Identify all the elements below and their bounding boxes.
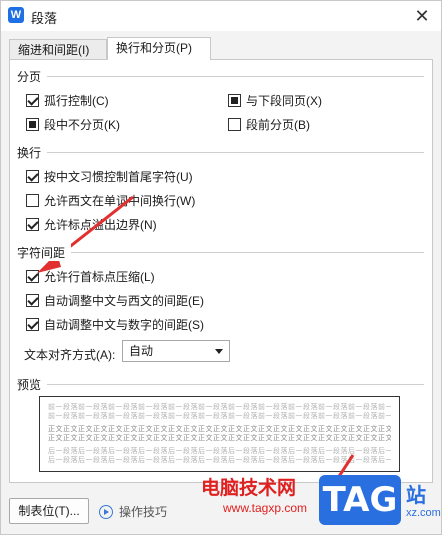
- chinese-punctuation-control-checkbox[interactable]: 按中文习惯控制首尾字符(U): [26, 168, 193, 184]
- checkbox-mark: [26, 117, 39, 131]
- preview-current-paragraph: 正文正文正文正文正文正文正文正文正文正文正文正文正文正文正文正文正文正文正文正文…: [48, 426, 391, 433]
- checkbox-mark: [228, 117, 241, 131]
- preview-next-paragraph: 后一段落后一段落后一段落后一段落后一段落后一段落后一段落后一段落后一段落后一段落…: [48, 448, 391, 455]
- checkbox-label: 段中不分页(K): [44, 117, 120, 132]
- keep-lines-together-checkbox[interactable]: 段中不分页(K): [26, 116, 120, 132]
- checkbox-label: 自动调整中文与数字的间距(S): [44, 317, 204, 332]
- tab-line-page-breaks[interactable]: 换行和分页(P): [107, 37, 211, 60]
- checkbox-mark: [26, 293, 39, 307]
- auto-space-cjk-digits-checkbox[interactable]: 自动调整中文与数字的间距(S): [26, 316, 204, 332]
- compress-leading-punctuation-checkbox[interactable]: 允许行首标点压缩(L): [26, 268, 155, 284]
- checkbox-label: 按中文习惯控制首尾字符(U): [44, 169, 193, 184]
- close-button[interactable]: ✕: [409, 3, 435, 29]
- text-alignment-select[interactable]: 自动: [122, 340, 230, 362]
- select-value: 自动: [129, 344, 154, 358]
- tab-stops-button[interactable]: 制表位(T)...: [9, 498, 89, 524]
- widow-control-checkbox[interactable]: 孤行控制(C): [26, 92, 109, 108]
- pagination-divider: [17, 76, 424, 77]
- char-spacing-section-title: 字符间距: [17, 244, 72, 261]
- checkbox-mark: [26, 193, 39, 207]
- watermark-suffix: 站: [406, 485, 426, 507]
- checkbox-mark: [26, 169, 39, 183]
- page-break-before-checkbox[interactable]: 段前分页(B): [228, 116, 310, 132]
- preview-prev-paragraph: 前一段落前一段落前一段落前一段落前一段落前一段落前一段落前一段落前一段落前一段落…: [48, 404, 391, 411]
- preview-divider: [17, 384, 424, 385]
- allow-hanging-punctuation-checkbox[interactable]: 允许标点溢出边界(N): [26, 216, 157, 232]
- checkbox-label: 允许标点溢出边界(N): [44, 217, 157, 232]
- checkbox-mark: [26, 93, 39, 107]
- keep-with-next-checkbox[interactable]: 与下段同页(X): [228, 92, 322, 108]
- allow-word-break-checkbox[interactable]: 允许西文在单词中间换行(W): [26, 192, 195, 208]
- wps-writer-icon: W: [8, 7, 24, 23]
- checkbox-mark: [26, 317, 39, 331]
- preview-next-paragraph: 后一段落后一段落后一段落后一段落后一段落后一段落后一段落后一段落后一段落后一段落…: [48, 457, 391, 464]
- tips-link[interactable]: 操作技巧: [99, 503, 167, 520]
- line-break-divider: [17, 152, 424, 153]
- checkbox-label: 允许行首标点压缩(L): [44, 269, 155, 284]
- checkbox-mark: [26, 217, 39, 231]
- site-watermark: 电脑技术网 www.tagxp.com TAG 站 xz.com: [201, 473, 441, 533]
- checkbox-label: 允许西文在单词中间换行(W): [44, 193, 196, 208]
- checkbox-label: 与下段同页(X): [246, 93, 322, 108]
- preview-current-paragraph: 正文正文正文正文正文正文正文正文正文正文正文正文正文正文正文正文正文正文正文正文…: [48, 435, 391, 442]
- preview-box: 前一段落前一段落前一段落前一段落前一段落前一段落前一段落前一段落前一段落前一段落…: [39, 396, 400, 472]
- checkbox-label: 段前分页(B): [246, 117, 310, 132]
- checkbox-label: 孤行控制(C): [44, 93, 109, 108]
- title-bar: W 段落 ✕: [1, 1, 441, 31]
- dialog-title: 段落: [31, 11, 58, 26]
- watermark-site-url: www.tagxp.com: [223, 501, 308, 515]
- tab-indent-spacing[interactable]: 缩进和间距(I): [9, 39, 107, 59]
- watermark-suffix-url: xz.com: [406, 507, 441, 519]
- dropdown-arrow-icon: [215, 349, 223, 354]
- pagination-section-title: 分页: [17, 68, 48, 85]
- checkbox-mark: [228, 93, 241, 107]
- preview-prev-paragraph: 前一段落前一段落前一段落前一段落前一段落前一段落前一段落前一段落前一段落前一段落…: [48, 413, 391, 420]
- tab-panel: 分页 孤行控制(C) 与下段同页(X) 段中不分页(K) 段前分页(B) 换行 …: [9, 59, 433, 483]
- char-spacing-divider: [17, 252, 424, 253]
- line-break-section-title: 换行: [17, 144, 48, 161]
- tips-label: 操作技巧: [119, 505, 168, 519]
- text-alignment-label: 文本对齐方式(A):: [24, 348, 116, 362]
- checkbox-mark: [26, 269, 39, 283]
- play-circle-icon: [99, 504, 113, 519]
- auto-space-cjk-latin-checkbox[interactable]: 自动调整中文与西文的间距(E): [26, 292, 204, 308]
- checkbox-label: 自动调整中文与西文的间距(E): [44, 293, 204, 308]
- watermark-site-name: 电脑技术网: [201, 477, 297, 499]
- preview-section-title: 预览: [17, 376, 48, 393]
- paragraph-dialog: W 段落 ✕ 缩进和间距(I) 换行和分页(P) 分页 孤行控制(C) 与下段同…: [0, 0, 442, 535]
- watermark-tag-logo: TAG: [319, 475, 401, 525]
